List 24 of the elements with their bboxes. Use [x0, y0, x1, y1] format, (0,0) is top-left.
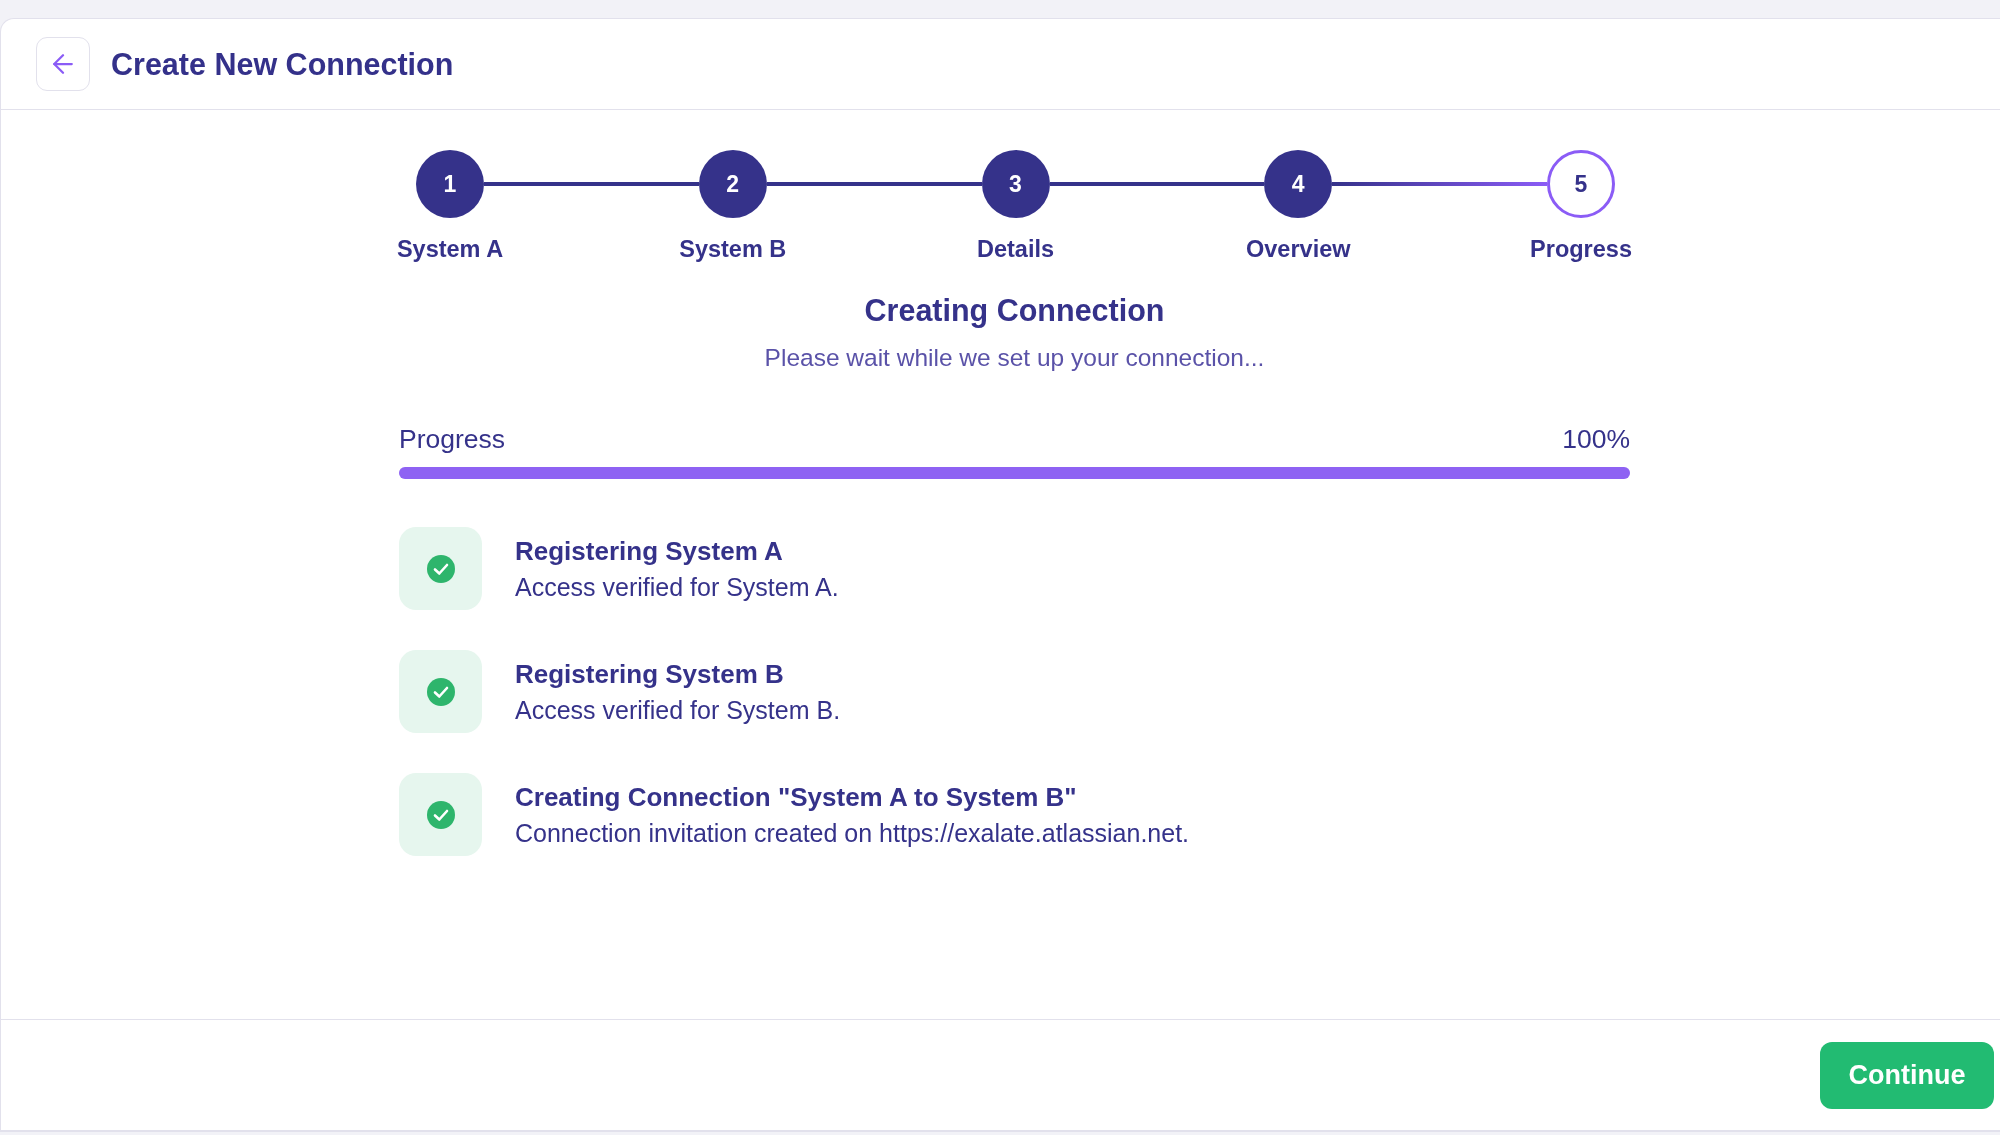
task-description: Connection invitation created on https://exalate.atlassian.net.: [515, 819, 1190, 847]
page-title: Create New Connection: [111, 46, 454, 82]
step-indicator: 4: [1264, 150, 1333, 218]
back-button[interactable]: [36, 37, 90, 91]
task-title: Registering System A: [515, 536, 784, 566]
task-title: Creating Connection "System A to System B": [515, 782, 1078, 812]
back-arrow-icon: [53, 54, 73, 74]
task-title: Registering System B: [515, 659, 785, 689]
step-label: System B: [679, 236, 787, 262]
progress-percent: 100%: [1562, 424, 1630, 454]
step-indicator: 5: [1547, 150, 1615, 218]
status-title: Creating Connection: [863, 293, 1166, 327]
status-subtitle: Please wait while we set up your connection...: [763, 344, 1266, 372]
step-label: Progress: [1530, 236, 1632, 262]
step-indicator: 3: [981, 150, 1050, 218]
progress-label: Progress: [399, 424, 506, 454]
step-indicator: 1: [416, 150, 484, 218]
task-description: Access verified for System B.: [515, 696, 841, 724]
step-label: Overview: [1246, 236, 1351, 262]
continue-button[interactable]: Continue: [1820, 1041, 1994, 1109]
task-description: Access verified for System A.: [515, 573, 839, 601]
step-indicator: 2: [698, 150, 767, 218]
step-label: System A: [396, 236, 504, 262]
step-label: Details: [976, 236, 1055, 262]
